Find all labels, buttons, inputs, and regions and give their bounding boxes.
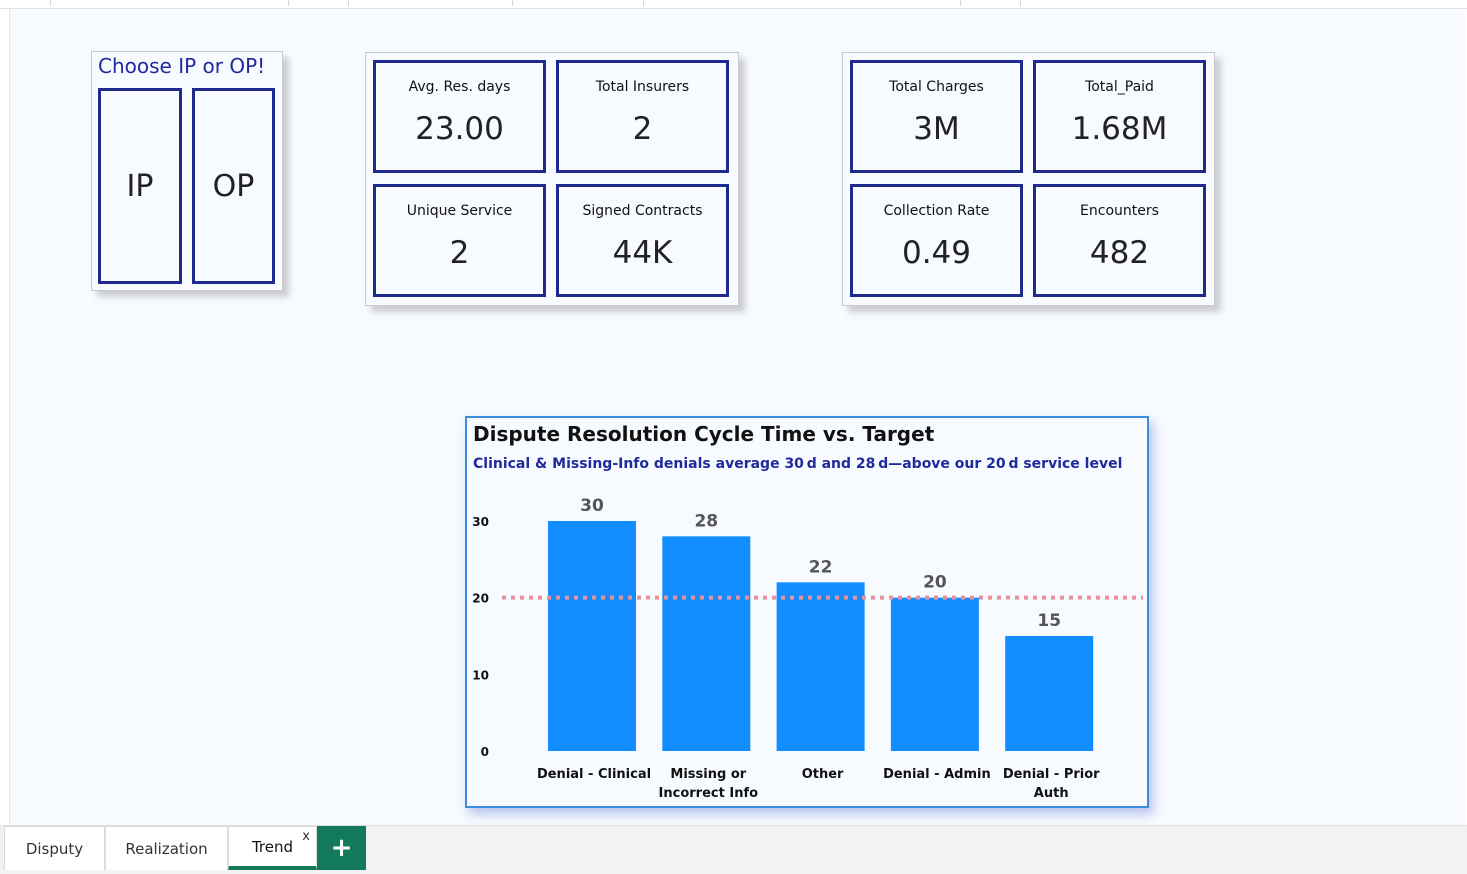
- cycle-time-chart[interactable]: Dispute Resolution Cycle Time vs. Target…: [465, 416, 1149, 808]
- kpi-total-paid: Total_Paid 1.68M: [1033, 60, 1206, 173]
- y-tick-label: 10: [472, 668, 489, 682]
- kpi-avg-res-days: Avg. Res. days 23.00: [373, 60, 546, 173]
- chart-plot: 0 10 20 30 30 Denial - Clinical 28 Missing or In…: [472, 496, 1143, 801]
- y-tick-label: 0: [481, 745, 489, 759]
- ip-op-slicer: Choose IP or OP! IP OP: [91, 51, 283, 291]
- kpi-value: 0.49: [901, 235, 972, 271]
- x-tick-label: Denial - Admin: [883, 767, 991, 782]
- page-tab-bar: Disputy Realization Trend x +: [0, 825, 1467, 874]
- bar[interactable]: [1005, 636, 1094, 751]
- kpi-value: 44K: [612, 235, 673, 271]
- toolbar-divider: [960, 0, 961, 6]
- toolbar-divider: [50, 0, 51, 6]
- bar[interactable]: [548, 521, 636, 751]
- y-tick-label: 20: [472, 592, 489, 606]
- kpi-label: Total Charges: [889, 79, 984, 95]
- kpi-label: Collection Rate: [883, 203, 990, 219]
- top-toolbar-strip: [0, 0, 1467, 9]
- data-label: 15: [1037, 611, 1061, 631]
- toolbar-divider: [1020, 0, 1021, 6]
- bar[interactable]: [662, 536, 751, 751]
- tab-disputy[interactable]: Disputy: [4, 826, 105, 870]
- kpi-label: Unique Service: [406, 203, 513, 219]
- tab-label: Trend: [251, 837, 294, 856]
- data-label: 30: [580, 496, 604, 516]
- x-tick-label: Incorrect Info: [659, 786, 759, 801]
- slicer-title: Choose IP or OP!: [98, 54, 266, 78]
- bar[interactable]: [890, 597, 979, 751]
- kpi-encounters: Encounters 482: [1033, 184, 1206, 297]
- kpi-value: 482: [1089, 235, 1150, 271]
- tab-trend[interactable]: Trend x: [228, 826, 317, 870]
- kpi-label: Total_Paid: [1085, 79, 1154, 95]
- kpi-signed-contracts: Signed Contracts 44K: [556, 184, 729, 297]
- x-tick-label: Denial - Clinical: [537, 767, 651, 782]
- kpi-total-insurers: Total Insurers 2: [556, 60, 729, 173]
- slicer-option-ip[interactable]: IP: [98, 88, 182, 284]
- kpi-value: 3M: [913, 111, 960, 147]
- x-tick-label: Auth: [1034, 786, 1069, 801]
- kpi-card-group-finance: Total Charges 3M Total_Paid 1.68M Collec…: [842, 52, 1215, 306]
- kpi-total-charges: Total Charges 3M: [850, 60, 1023, 173]
- kpi-collection-rate: Collection Rate 0.49: [850, 184, 1023, 297]
- x-tick-label: Denial - Prior: [1003, 767, 1100, 782]
- kpi-value: 23.00: [415, 111, 504, 147]
- kpi-label: Avg. Res. days: [408, 79, 511, 95]
- data-label: 28: [694, 511, 718, 531]
- tab-realization[interactable]: Realization: [105, 826, 228, 870]
- toolbar-divider: [288, 0, 289, 6]
- kpi-value: 2: [632, 111, 653, 147]
- kpi-card-group-disputes: Avg. Res. days 23.00 Total Insurers 2 Un…: [365, 52, 739, 306]
- kpi-value: 2: [449, 235, 470, 271]
- slicer-option-op[interactable]: OP: [192, 88, 275, 284]
- bar[interactable]: [776, 582, 865, 751]
- y-tick-label: 30: [472, 515, 489, 529]
- kpi-label: Encounters: [1080, 203, 1159, 219]
- add-page-button[interactable]: +: [317, 826, 366, 870]
- toolbar-divider: [643, 0, 644, 6]
- x-tick-label: Missing or: [670, 767, 746, 782]
- close-tab-icon[interactable]: x: [302, 829, 310, 844]
- kpi-label: Total Insurers: [595, 79, 690, 95]
- kpi-value: 1.68M: [1071, 111, 1168, 147]
- toolbar-divider: [348, 0, 349, 6]
- toolbar-divider: [512, 0, 513, 6]
- x-tick-label: Other: [802, 767, 844, 782]
- kpi-label: Signed Contracts: [582, 203, 703, 219]
- data-label: 22: [809, 557, 833, 577]
- data-label: 20: [923, 573, 947, 593]
- kpi-unique-service: Unique Service 2: [373, 184, 546, 297]
